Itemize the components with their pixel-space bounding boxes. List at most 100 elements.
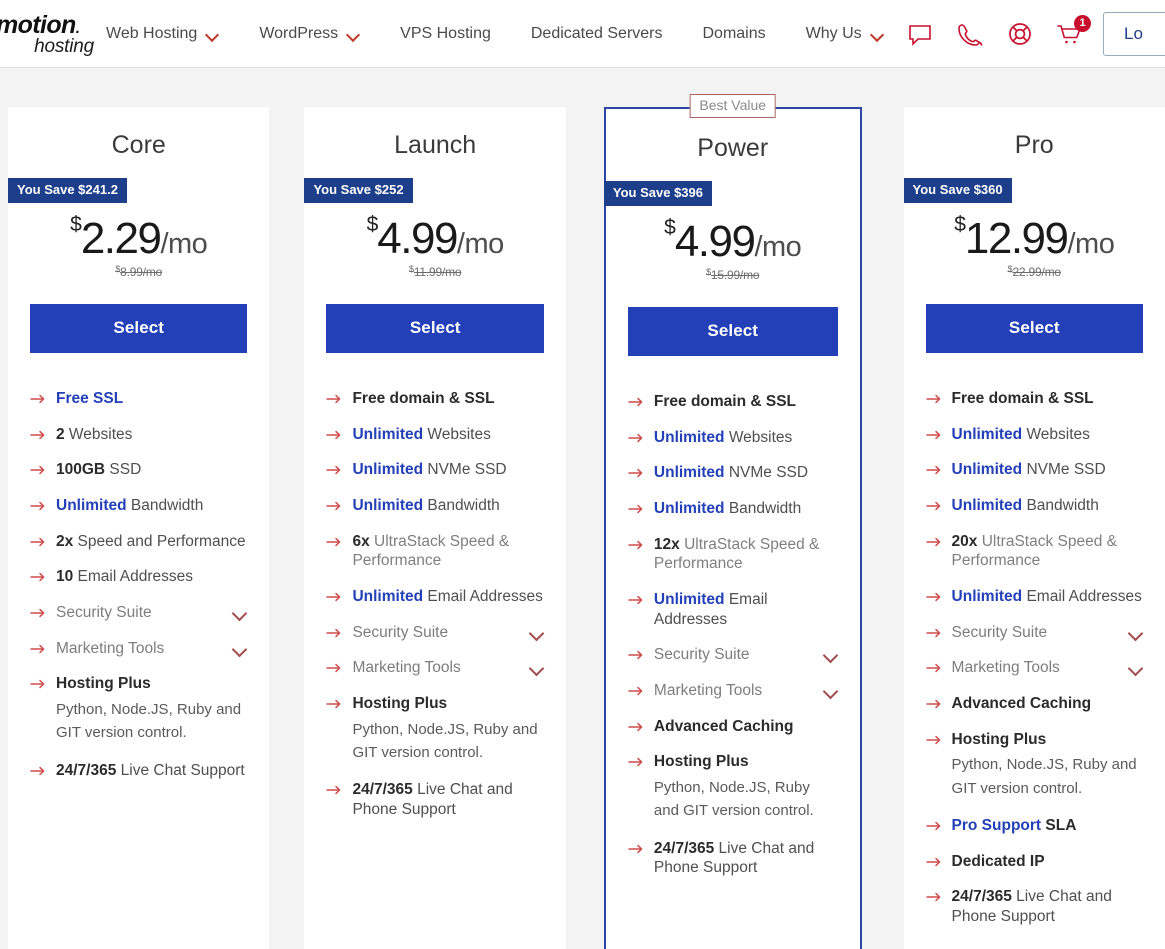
arrow-right-icon [30,679,46,689]
feature-item: 10 Email Addresses [30,567,247,587]
feature-label: Marketing Tools [653,682,763,700]
feature-label: Marketing Tools [56,639,165,657]
feature-item-expandable[interactable]: Marketing Tools [925,658,1143,678]
save-badge: You Save $360 [903,178,1012,204]
feature-text: Bandwidth [126,497,204,515]
feature-highlight: Unlimited [352,461,424,479]
logo-text-bottom: hosting [34,36,94,57]
chevron-down-icon [206,30,219,38]
feature-text: Speed and Performance [73,532,246,550]
pricing-plans: Core You Save $241.2 $2.29/mo $8.99/mo S… [0,94,1165,949]
best-value-badge: Best Value [689,94,777,119]
nav-item-web-hosting[interactable]: Web Hosting [106,19,219,49]
save-badge: You Save $252 [304,178,413,204]
feature-highlight: Unlimited [56,497,127,515]
select-button[interactable]: Select [326,304,544,353]
price-period: /mo [160,228,208,260]
price-amount: 2.29 [80,214,162,263]
nav-item-vps-hosting[interactable]: VPS Hosting [400,19,491,49]
feature-highlight: 24/7/365 [951,888,1012,906]
chevron-down-icon[interactable] [824,650,838,659]
feature-item-expandable[interactable]: Security Suite [628,645,838,665]
feature-item-expandable[interactable]: Marketing Tools [326,658,543,678]
save-badge-wrap: You Save $396 [603,181,838,207]
feature-highlight: Unlimited [352,497,424,515]
nav-label: Domains [702,24,766,42]
feature-text: Email Addresses [73,568,193,586]
feature-item: 12x UltraStack Speed & Performance [628,535,838,574]
feature-item: 24/7/365 Live Chat and Phone Support [628,839,838,878]
feature-item: Free SSL [30,389,247,409]
feature-item: Advanced Caching [628,717,838,737]
feature-highlight: 24/7/365 [653,839,715,857]
feature-highlight: Unlimited [951,588,1023,606]
cart-icon[interactable]: 1 [1055,14,1091,49]
pricing-page: motion. hosting Web Hosting WordPress VP… [0,0,1165,949]
feature-highlight: Unlimited [352,425,424,443]
login-button[interactable]: Lo [1103,11,1165,56]
feature-list: Free domain & SSL Unlimited Websites Unlim… [925,389,1143,927]
chevron-down-icon[interactable] [1129,663,1143,672]
chevron-down-icon[interactable] [233,644,247,653]
cart-badge-count: 1 [1074,14,1091,32]
arrow-right-icon [628,722,644,732]
arrow-right-icon [30,644,46,654]
nav-item-dedicated-servers[interactable]: Dedicated Servers [531,19,663,49]
feature-item: Free domain & SSL [925,389,1143,409]
feature-item-expandable[interactable]: Marketing Tools [30,639,247,659]
chevron-down-icon[interactable] [530,663,544,672]
phone-icon[interactable] [955,19,985,49]
feature-item-expandable[interactable]: Marketing Tools [628,681,838,701]
chevron-down-icon[interactable] [1129,628,1143,637]
feature-label: Security Suite [653,646,750,664]
feature-item: Advanced Caching [925,694,1143,714]
feature-item: Unlimited Email Addresses [628,590,838,629]
feature-highlight: 24/7/365 [352,781,413,799]
lifering-support-icon[interactable] [1005,19,1035,49]
nav-item-why-us[interactable]: Why Us [806,19,884,49]
arrow-right-icon [925,892,942,902]
feature-text: NVMe SSD [423,461,507,479]
feature-item-expandable[interactable]: Security Suite [925,623,1143,643]
feature-item: Pro Support SLA [925,816,1143,836]
plan-card-pro: Pro You Save $360 $12.99/mo $22.99/mo Se… [903,107,1165,949]
feature-list: Free domain & SSL Unlimited Websites Unlim… [628,392,838,878]
feature-text: Bandwidth [1022,497,1099,515]
select-button[interactable]: Select [925,304,1143,353]
feature-subtext: Python, Node.JS, Ruby and GIT version co… [56,701,242,742]
price-period: /mo [1067,228,1115,260]
feature-highlight: 12x [653,535,680,553]
feature-item: Hosting Plus Python, Node.JS, Ruby and GI… [925,730,1143,800]
plan-name: Launch [394,131,477,159]
chevron-down-icon[interactable] [824,686,838,695]
feature-item: Hosting Plus Python, Node.JS, Ruby and GI… [326,694,543,764]
select-button[interactable]: Select [30,304,248,353]
feature-highlight: Advanced Caching [951,695,1092,713]
header-icon-group: 1 [905,14,1091,49]
feature-item: Dedicated IP [925,852,1143,872]
nav-item-domains[interactable]: Domains [703,19,766,49]
feature-item-expandable[interactable]: Security Suite [326,623,543,643]
feature-highlight: Unlimited [951,425,1023,443]
chevron-down-icon[interactable] [233,608,247,617]
nav-item-wordpress[interactable]: WordPress [259,19,360,49]
select-button[interactable]: Select [627,307,838,356]
site-logo[interactable]: motion. hosting [0,11,94,57]
price-amount: 4.99 [674,217,756,266]
save-badge-wrap: You Save $252 [304,178,543,204]
old-price: $15.99/mo [628,267,838,282]
arrow-right-icon [925,430,942,440]
feature-highlight: Unlimited [653,500,725,518]
feature-highlight: Unlimited [653,591,725,609]
nav-label: VPS Hosting [400,24,491,42]
feature-text: Email Addresses [423,588,543,606]
price-currency: $ [664,216,676,239]
feature-item-expandable[interactable]: Security Suite [30,603,247,623]
plan-name: Core [111,131,166,159]
feature-label: Security Suite [951,623,1048,641]
feature-text: Websites [724,428,793,446]
feature-item: Hosting Plus Python, Node.JS, Ruby and GI… [628,752,838,822]
chat-icon[interactable] [905,19,935,49]
chevron-down-icon [347,30,360,38]
chevron-down-icon[interactable] [530,628,544,637]
